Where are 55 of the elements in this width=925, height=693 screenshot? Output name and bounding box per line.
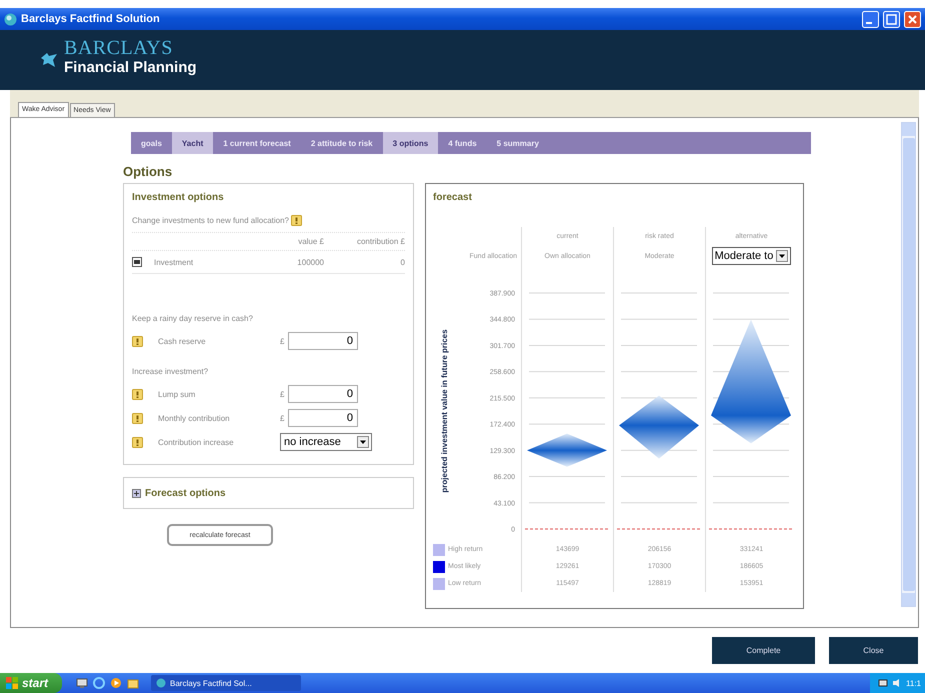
taskbar-button[interactable]: Barclays Factfind Sol... xyxy=(151,675,302,691)
eagle-icon xyxy=(40,52,58,68)
browser-icon[interactable] xyxy=(93,677,106,689)
investment-name: Investment xyxy=(154,258,194,266)
help-icon[interactable] xyxy=(132,436,143,448)
panel-title: Investment options xyxy=(132,192,225,203)
axis-title: projected investment value in future prices xyxy=(440,329,449,493)
dropdown[interactable]: no increase xyxy=(280,433,372,451)
media-icon[interactable] xyxy=(110,677,122,689)
help-icon[interactable] xyxy=(291,215,302,226)
clock: 11:1 xyxy=(906,678,921,688)
expand-icon[interactable] xyxy=(132,488,141,498)
step-tab[interactable]: 3 options xyxy=(382,132,438,154)
folder-icon[interactable] xyxy=(127,677,140,689)
checkbox[interactable] xyxy=(132,257,142,267)
page-title: Options xyxy=(123,164,174,179)
dropdown[interactable]: Moderate to xyxy=(712,247,792,265)
network-icon[interactable] xyxy=(878,678,888,688)
windows-logo-icon xyxy=(6,677,18,689)
close-icon[interactable] xyxy=(904,10,921,28)
desktop-icon[interactable] xyxy=(76,677,88,689)
section-title: Forecast options xyxy=(145,488,226,498)
investment-value: 100000 xyxy=(296,258,324,266)
start-button[interactable]: start xyxy=(0,673,62,693)
field-label: Cash reserve xyxy=(158,336,207,346)
currency-symbol: £ xyxy=(280,414,286,422)
field-label: Contribution increase xyxy=(158,438,235,446)
currency-symbol: £ xyxy=(280,390,286,398)
column-header: contribution £ xyxy=(356,237,405,246)
field-label: Lump sum xyxy=(158,390,196,398)
brand-name: BARCLAYS xyxy=(64,37,174,59)
contribution-value: 0 xyxy=(400,258,405,266)
scrollbar[interactable] xyxy=(901,122,916,607)
help-icon[interactable] xyxy=(132,336,143,346)
window-title: Barclays Factfind Solution xyxy=(21,13,161,25)
question-text: Increase investment? xyxy=(132,367,210,376)
field-label: Monthly contribution xyxy=(158,414,231,422)
input-field[interactable]: 0 xyxy=(288,409,358,427)
input-field[interactable]: 0 xyxy=(288,385,358,403)
maximize-icon[interactable] xyxy=(883,10,900,28)
app-icon xyxy=(156,678,166,688)
app-icon xyxy=(4,12,17,26)
action-button[interactable]: Complete xyxy=(712,637,815,664)
panel-title: forecast xyxy=(433,192,473,203)
question-text: Change investments to new fund allocation? xyxy=(132,216,289,225)
step-tab[interactable]: Yacht xyxy=(172,132,214,154)
help-icon[interactable] xyxy=(132,388,143,400)
input-field[interactable]: 0 xyxy=(288,332,358,350)
minimize-icon[interactable] xyxy=(862,10,879,28)
help-icon[interactable] xyxy=(132,412,143,424)
question-text: Keep a rainy day reserve in cash? xyxy=(132,314,254,323)
brand-subtitle: Financial Planning xyxy=(64,59,197,77)
column-header: value £ xyxy=(297,237,324,246)
currency-symbol: £ xyxy=(280,336,286,346)
action-button[interactable]: Close xyxy=(829,637,918,664)
